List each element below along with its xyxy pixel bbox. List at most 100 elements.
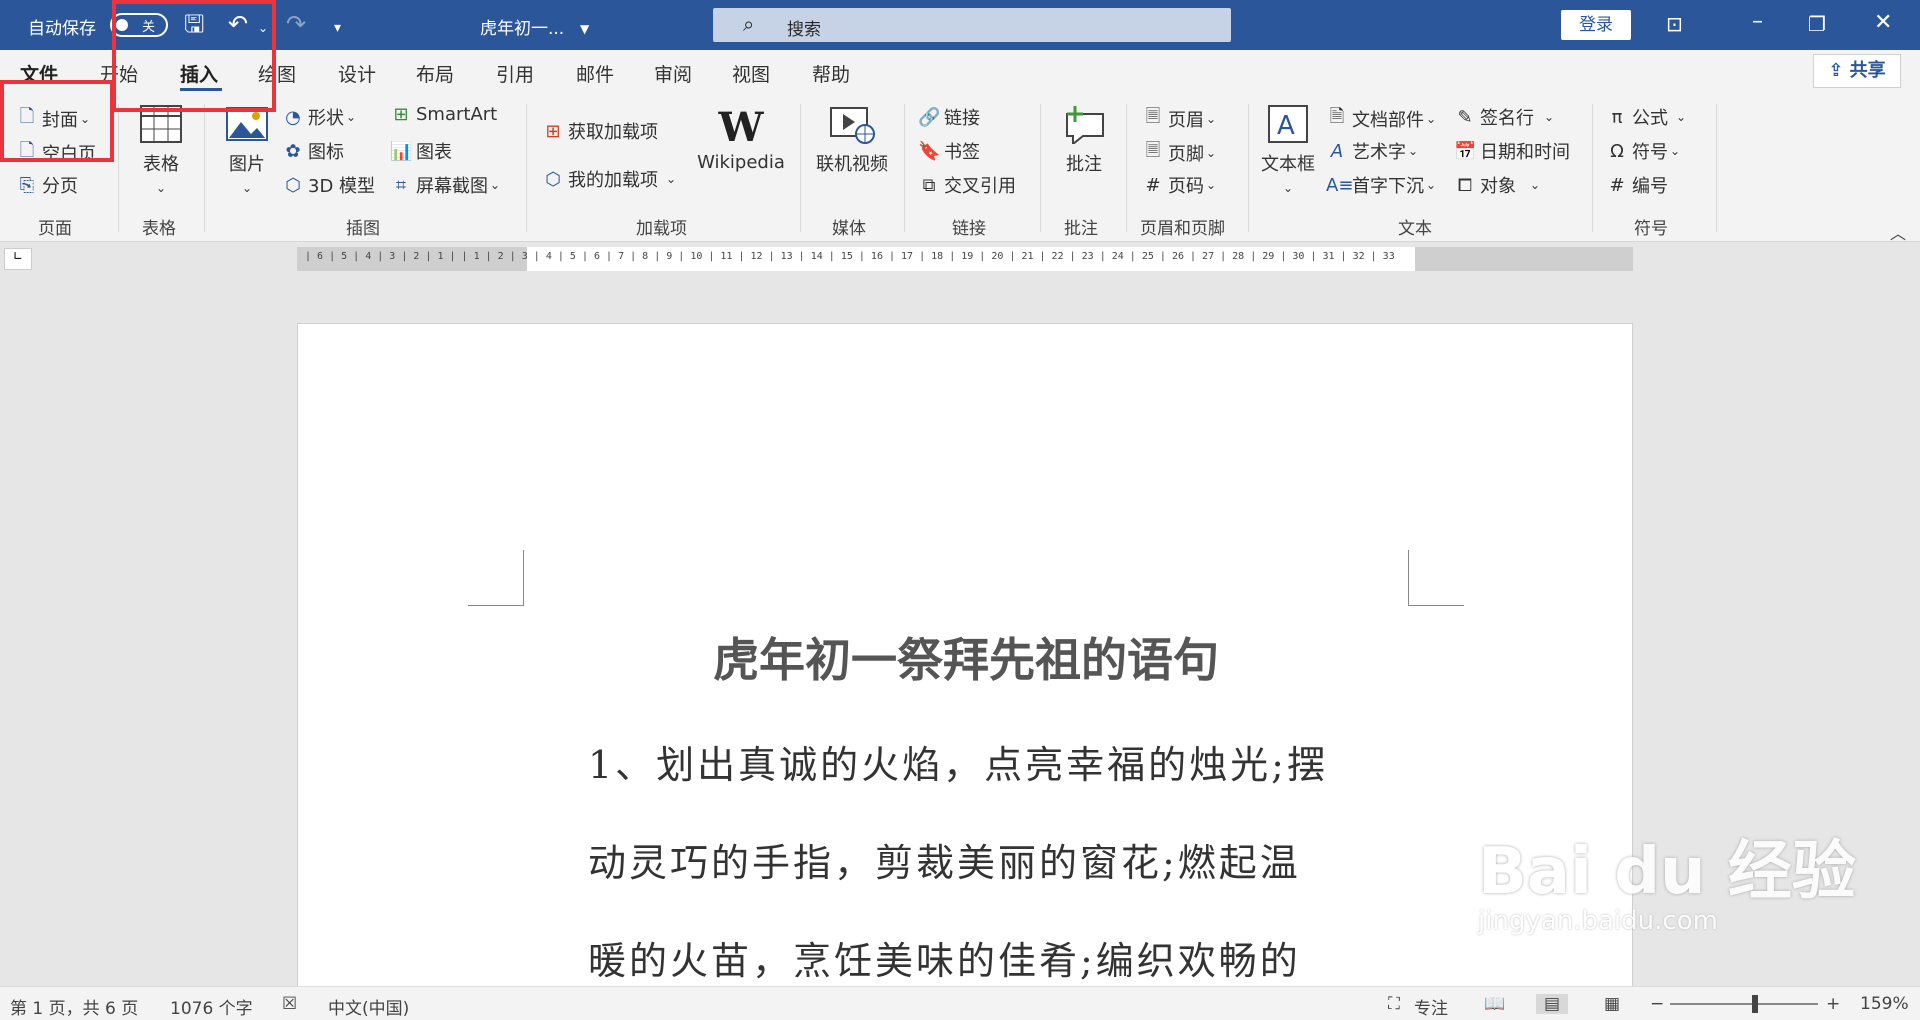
crop-mark-top-left (468, 550, 524, 606)
page-break-button[interactable]: ⎘ 分页 (16, 172, 78, 198)
ribbon: 🗋 封面 ⌄ 🗋 空白页 ⎘ 分页 页面 表格 ⌄ 表格 图片 ⌄ ◔ 形状 ⌄ ✿ 图标 ⬡ 3D… (0, 94, 1920, 244)
drop-cap-label: 首字下沉 (1352, 176, 1424, 197)
date-time-button[interactable]: 📅 日期和时间 (1454, 138, 1570, 164)
zoom-slider-thumb[interactable] (1752, 995, 1758, 1013)
redo-icon[interactable]: ↷ (286, 12, 306, 36)
screenshot-button[interactable]: ⌗ 屏幕截图 ⌄ (390, 172, 500, 198)
comment-button[interactable]: 批注 (1054, 104, 1114, 176)
page-count[interactable]: 第 1 页，共 6 页 (10, 994, 138, 1019)
customize-toolbar-icon[interactable]: ▾ (334, 16, 341, 40)
text-box-icon: A (1268, 105, 1308, 143)
symbol-button[interactable]: Ω 符号 ⌄ (1606, 138, 1680, 164)
baidu-watermark: Bai du 经验 jingyan.baidu.com (1478, 820, 1856, 936)
cross-reference-button[interactable]: ⧉ 交叉引用 (918, 172, 1016, 198)
tab-references[interactable]: 引用 (496, 60, 534, 87)
language[interactable]: 中文(中国) (328, 994, 409, 1019)
pictures-label: 图片 (229, 154, 265, 175)
smartart-button[interactable]: ⊞ SmartArt (390, 104, 497, 125)
tab-design[interactable]: 设计 (338, 60, 376, 87)
document-title[interactable]: 虎年初一... (480, 14, 564, 39)
highlight-box-pages (0, 80, 114, 162)
my-addins-button[interactable]: ⬡ 我的加载项 ⌄ (542, 166, 676, 192)
get-addins-button[interactable]: ⊞ 获取加载项 (542, 118, 658, 144)
number-button[interactable]: # 编号 (1606, 172, 1668, 198)
paragraph-line[interactable]: 动灵巧的手指，剪裁美丽的窗花;燃起温 (588, 814, 1418, 912)
tab-layout[interactable]: 布局 (416, 60, 454, 87)
focus-label[interactable]: 专注 (1414, 994, 1448, 1019)
search-box[interactable]: ⌕ 搜索 (713, 8, 1231, 42)
zoom-out-icon[interactable]: − (1650, 994, 1664, 1014)
quick-parts-button[interactable]: 🗎 文档部件 ⌄ (1326, 104, 1436, 134)
signature-line-label: 签名行 (1480, 108, 1534, 129)
text-box-button[interactable]: A 文本框 ⌄ (1256, 104, 1320, 197)
3d-models-button[interactable]: ⬡ 3D 模型 (282, 172, 375, 198)
signature-line-button[interactable]: ✎ 签名行 ⌄ (1454, 104, 1554, 130)
chevron-down-icon: ⌄ (155, 181, 167, 195)
zoom-in-icon[interactable]: + (1826, 994, 1840, 1014)
page-number-button[interactable]: # 页码 ⌄ (1142, 172, 1216, 198)
header-button[interactable]: 🗏 页眉 ⌄ (1142, 104, 1216, 134)
cube-icon: ⬡ (285, 174, 301, 196)
screenshot-label: 屏幕截图 (416, 176, 488, 197)
proofing-icon[interactable]: ☒ (282, 994, 297, 1014)
horizontal-ruler[interactable]: | 6 | 5 | 4 | 3 | 2 | 1 | | 1 | 2 | 3 | … (297, 247, 1633, 271)
quick-parts-label: 文档部件 (1352, 110, 1424, 131)
equation-label: 公式 (1632, 108, 1668, 129)
print-layout-icon[interactable]: ▤ (1536, 994, 1569, 1014)
omega-icon: Ω (1610, 140, 1624, 162)
minimize-icon[interactable]: – (1752, 10, 1763, 34)
group-separator (204, 104, 205, 232)
wikipedia-button[interactable]: W Wikipedia (694, 104, 788, 173)
group-label-header-footer: 页眉和页脚 (1140, 219, 1225, 239)
ribbon-display-icon[interactable]: ⊡ (1666, 12, 1683, 36)
chevron-down-icon: ⌄ (490, 178, 501, 192)
smartart-icon: ⊞ (393, 104, 409, 125)
chart-button[interactable]: 📊 图表 (390, 138, 452, 164)
paragraph-line[interactable]: 暖的火苗，烹饪美味的佳肴;编织欢畅的 (588, 912, 1418, 986)
document-heading[interactable]: 虎年初一祭拜先祖的语句 (298, 624, 1634, 690)
document-body[interactable]: 1、划出真诚的火焰，点亮幸福的烛光;摆 动灵巧的手指，剪裁美丽的窗花;燃起温 暖… (588, 716, 1418, 986)
object-icon: ⧠ (1457, 174, 1473, 196)
pictures-button[interactable]: 图片 ⌄ (220, 104, 274, 197)
chevron-down-icon: ⌄ (1282, 181, 1294, 195)
bookmark-button[interactable]: 🔖 书签 (918, 138, 980, 164)
read-mode-icon[interactable]: 📖 (1484, 994, 1505, 1014)
wordart-button[interactable]: A 艺术字 ⌄ (1326, 138, 1418, 164)
ribbon-tabs: 文件 开始 插入 绘图 设计 布局 引用 邮件 审阅 视图 帮助 ⇪ 共享 (0, 50, 1920, 94)
icons-button[interactable]: ✿ 图标 (282, 138, 344, 164)
equation-button[interactable]: π 公式 ⌄ (1606, 104, 1686, 130)
object-button[interactable]: ⧠ 对象 ⌄ (1454, 172, 1540, 198)
web-layout-icon[interactable]: ▦ (1604, 994, 1620, 1014)
page-break-icon: ⎘ (19, 174, 35, 196)
footer-button[interactable]: 🗏 页脚 ⌄ (1142, 138, 1216, 168)
word-count[interactable]: 1076 个字 (170, 994, 253, 1019)
online-video-button[interactable]: 联机视频 (812, 104, 892, 176)
tab-selector[interactable]: ∟ (4, 248, 32, 270)
restore-icon[interactable]: ❐ (1808, 12, 1826, 36)
shapes-button[interactable]: ◔ 形状 ⌄ (282, 104, 356, 130)
table-button[interactable]: 表格 ⌄ (132, 104, 190, 197)
smartart-label: SmartArt (416, 104, 498, 125)
tab-mailings[interactable]: 邮件 (576, 60, 614, 87)
document-page[interactable]: 虎年初一祭拜先祖的语句 1、划出真诚的火焰，点亮幸福的烛光;摆 动灵巧的手指，剪… (297, 323, 1633, 986)
link-button[interactable]: 🔗 链接 (918, 104, 980, 130)
drop-cap-button[interactable]: A≡ 首字下沉 ⌄ (1326, 172, 1436, 198)
focus-icon[interactable]: ⛶ (1388, 994, 1400, 1014)
title-dropdown-icon[interactable]: ▼ (580, 17, 589, 41)
zoom-level[interactable]: 159% (1860, 994, 1909, 1014)
drop-cap-icon: A≡ (1326, 174, 1354, 196)
tab-view[interactable]: 视图 (732, 60, 770, 87)
page-number-label: 页码 (1168, 176, 1204, 197)
tab-help[interactable]: 帮助 (812, 60, 850, 87)
tab-review[interactable]: 审阅 (654, 60, 692, 87)
group-label-links: 链接 (952, 219, 986, 239)
collapse-ribbon-icon[interactable]: ︿ (1890, 220, 1906, 244)
quick-parts-icon: 🗎 (1329, 106, 1345, 127)
title-bar: 自动保存 关 🖫 ↶ ⌄ ↷ ▾ 虎年初一... ▼ ⌕ 搜索 登录 ⊡ – ❐… (0, 0, 1920, 50)
paragraph-line[interactable]: 1、划出真诚的火焰，点亮幸福的烛光;摆 (588, 716, 1418, 814)
group-label-symbols: 符号 (1634, 219, 1668, 239)
share-button[interactable]: ⇪ 共享 (1813, 54, 1901, 88)
login-button[interactable]: 登录 (1561, 10, 1631, 40)
close-icon[interactable]: ✕ (1874, 11, 1892, 35)
zoom-slider[interactable] (1670, 1003, 1818, 1005)
